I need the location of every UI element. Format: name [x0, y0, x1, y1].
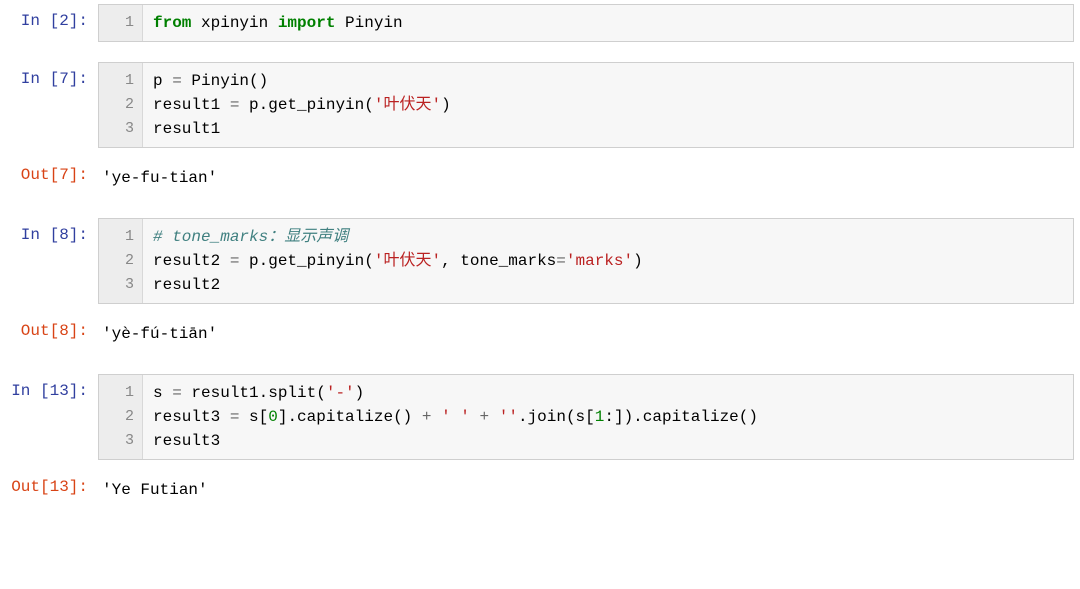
input-cell: In [7]:123p = Pinyin()result1 = p.get_pi… — [0, 62, 1080, 148]
code-editor[interactable]: 1from xpinyin import Pinyin — [98, 4, 1074, 42]
code-editor[interactable]: 123p = Pinyin()result1 = p.get_pinyin('叶… — [98, 62, 1074, 148]
output-prompt: Out[7]: — [0, 158, 98, 184]
line-number-gutter: 1 — [99, 5, 143, 41]
input-prompt: In [13]: — [0, 374, 98, 400]
input-cell: In [8]:123# tone_marks：显示声调result2 = p.g… — [0, 218, 1080, 304]
output-text: 'Ye Futian' — [98, 470, 1080, 510]
output-cell: Out[8]:'yè-fú-tiān' — [0, 314, 1080, 354]
code-content[interactable]: # tone_marks：显示声调result2 = p.get_pinyin(… — [143, 219, 1073, 303]
input-cell: In [2]:1from xpinyin import Pinyin — [0, 4, 1080, 42]
output-cell: Out[7]:'ye-fu-tian' — [0, 158, 1080, 198]
code-editor[interactable]: 123# tone_marks：显示声调result2 = p.get_piny… — [98, 218, 1074, 304]
code-editor[interactable]: 123s = result1.split('-')result3 = s[0].… — [98, 374, 1074, 460]
output-cell: Out[13]:'Ye Futian' — [0, 470, 1080, 510]
line-number-gutter: 123 — [99, 63, 143, 147]
code-content[interactable]: p = Pinyin()result1 = p.get_pinyin('叶伏天'… — [143, 63, 1073, 147]
input-prompt: In [8]: — [0, 218, 98, 244]
output-prompt: Out[13]: — [0, 470, 98, 496]
jupyter-notebook: In [2]:1from xpinyin import PinyinIn [7]… — [0, 4, 1080, 510]
output-prompt: Out[8]: — [0, 314, 98, 340]
code-content[interactable]: from xpinyin import Pinyin — [143, 5, 1073, 41]
line-number-gutter: 123 — [99, 375, 143, 459]
input-cell: In [13]:123s = result1.split('-')result3… — [0, 374, 1080, 460]
output-text: 'ye-fu-tian' — [98, 158, 1080, 198]
code-content[interactable]: s = result1.split('-')result3 = s[0].cap… — [143, 375, 1073, 459]
output-text: 'yè-fú-tiān' — [98, 314, 1080, 354]
line-number-gutter: 123 — [99, 219, 143, 303]
input-prompt: In [7]: — [0, 62, 98, 88]
input-prompt: In [2]: — [0, 4, 98, 30]
